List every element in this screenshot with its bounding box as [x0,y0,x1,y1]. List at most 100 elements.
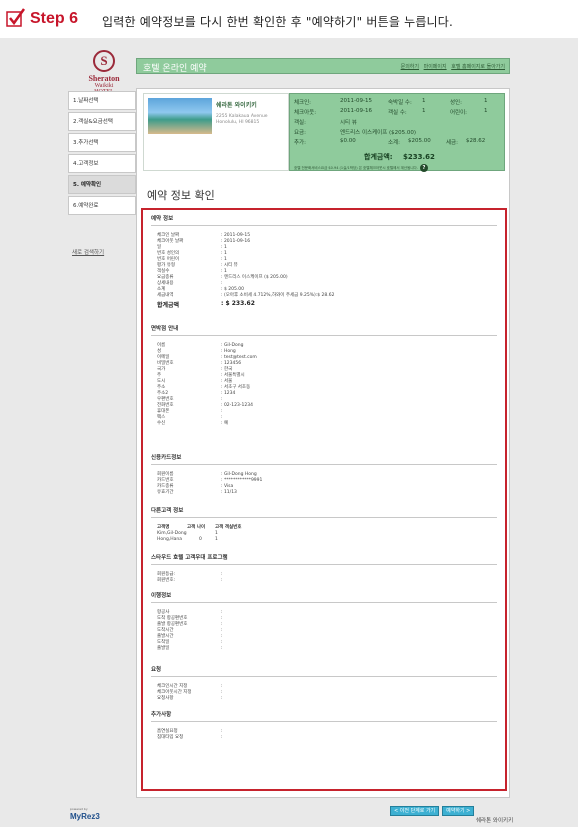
total-label: 합계금액: [364,153,393,161]
nav-step-6[interactable]: 6.예약완료 [68,196,136,215]
total-value: $233.62 [403,153,435,161]
children-value: 1 [484,108,488,114]
nav-step-1[interactable]: 1.날짜선택 [68,91,136,110]
subtotal-value: $205.00 [408,138,431,144]
fee-note-text: 호텔 전문화서비스요금 $0.94 (1실/1박당) 은 호텔체크아웃시 호텔에… [294,166,418,170]
room-value: 시티 뷰 [340,120,357,126]
nav-step-3[interactable]: 3.추가선택 [68,133,136,152]
checkin-label: 체크인: [294,100,312,106]
logo-name: Sheraton [88,74,120,83]
adults-label: 성인: [450,100,462,106]
rate-value: 엔드리스 이스케이프 ($205.00) [340,130,417,136]
book-button[interactable]: 예약하기 > [442,806,475,816]
step-description: 입력한 예약정보를 다시 한번 확인한 후 "예약하기" 버튼을 누릅니다. [102,15,454,29]
guest-section: 면박점 안내 이름: Gil-Dong 성: Hong 이메일: test@te… [151,324,497,427]
checkin-value: 2011-09-15 [340,98,372,104]
row-label: 회원번호: [157,578,176,583]
requests-section: 요청 체크인시간 지정: 체크아웃시간 지정: 요청사항: [151,665,497,702]
hotel-address-line2: Honolulu, HI 96815 [216,120,260,125]
myrez-logo: MyRez3 [70,812,100,821]
row-value: : [221,578,223,583]
checkmark-icon [6,8,26,27]
extra-value: $0.00 [340,138,356,144]
previous-step-button[interactable]: < 이전 단계로 가기 [390,806,440,816]
booking-header: 호텔 온라인 예약 문의하기 마이페이지 호텔 홈페이지로 돌아가기 [136,58,510,74]
mypage-link[interactable]: 마이페이지 [424,64,447,70]
tax-value: $28.62 [466,138,486,144]
hotel-address: 2255 Kalakaua Avenue Honolulu, HI 96815 [216,114,268,126]
travel-section: 이행정보 항공사: 도착 항공편번호: 출발 항공편번호: 도착시간: 출발시간… [151,591,497,652]
row-value: : [221,696,223,701]
card-title: 신용카드정보 [151,453,497,465]
adults-value: 1 [484,98,488,104]
guest-title: 면박점 안내 [151,324,497,336]
subtotal-label: 소계: [388,140,400,146]
hotel-logo: S Sheraton Waikiki HOTEL [80,50,128,95]
powered-by-label: powered by [70,807,88,811]
hotel-card: 쉐라톤 와이키키 2255 Kalakaua Avenue Honolulu, … [143,93,289,171]
total-label: 합계금액 [157,302,180,309]
footer-hotel-name: 쉐라톤 와이키키 [476,818,514,824]
row-value: : 예 [221,421,229,426]
additional-section: 추가사항 흡연실요청: 침대타입 요청: [151,710,497,741]
tax-label: 세금: [446,140,458,146]
reservation-total: 합계금액 : $ 233.62 [151,300,497,309]
list-item: 세금내역 : (오아후 소비세 4.712%,하와이 주세금 9.25%):$ 2… [151,293,497,299]
table-cell: Hong,Hana [157,537,183,542]
step-nav: 1.날짜선택 2.객실&요금선택 3.추가선택 4.고객정보 5. 예약확인 6… [68,91,136,256]
list-item: 요청사항: [151,696,497,702]
nav-step-2[interactable]: 2.객실&요금선택 [68,112,136,131]
additional-title: 추가사항 [151,710,497,722]
total-value: : $ 233.62 [221,300,255,307]
rooms-value: 1 [422,108,426,114]
header-title: 호텔 온라인 예약 [143,64,207,74]
nights-value: 1 [422,98,426,104]
row-label: 세금내역 [157,293,174,298]
logo-emblem: S [93,50,115,72]
step-title: Step 6 [30,10,79,27]
loyalty-section: 스타우드 호텔 고객우대 프로그램 회원등급:: 회원번호:: [151,553,497,584]
nav-step-5[interactable]: 5. 예약확인 [68,175,136,194]
checkout-label: 체크아웃: [294,110,317,116]
hotel-image [148,98,212,134]
row-value: : 11/13 [221,490,237,495]
other-guests-section: 다른고객 정보 고객명 고객 나이 고객 객실번호 Kim,Gil-Dong 1… [151,506,497,543]
table-row: Hong,Hana 0 1 [151,537,497,543]
list-item: 출발일: [151,646,497,652]
table-cell: 1 [215,537,218,542]
row-label: 수신 [157,421,166,426]
row-label: 출발일 [157,646,170,651]
main-content: 쉐라톤 와이키키 2255 Kalakaua Avenue Honolulu, … [136,88,510,798]
header-links: 문의하기 마이페이지 호텔 홈페이지로 돌아가기 [398,63,505,70]
list-item: 수신 : 예 [151,421,497,427]
extra-label: 추가: [294,140,306,146]
checkout-value: 2011-09-16 [340,108,372,114]
contact-link[interactable]: 문의하기 [401,64,419,70]
travel-title: 이행정보 [151,591,497,603]
confirmation-panel: 예약 정보 체크인 날짜: 2011-09-15 체크아웃 날짜: 2011-0… [141,208,507,791]
list-item: 회원번호:: [151,578,497,584]
card-section: 신용카드정보 회원이름: Gil-Dong Hong 카드번호: *******… [151,453,497,496]
summary-total: 합계금액: $233.62 [364,152,435,162]
fee-note: 호텔 전문화서비스요금 $0.94 (1실/1박당) 은 호텔체크아웃시 호텔에… [294,164,428,172]
row-label: 요청사항 [157,696,174,701]
row-label: 침대타입 요청 [157,735,184,740]
rooms-label: 객실 수: [388,110,407,116]
list-item: 침대타입 요청: [151,735,497,741]
hotel-address-line1: 2255 Kalakaua Avenue [216,114,268,119]
help-icon[interactable]: ? [419,164,428,172]
rate-label: 요금: [294,130,306,136]
hotel-name: 쉐라톤 와이키키 [216,102,257,109]
hotel-home-link[interactable]: 호텔 홈페이지로 돌아가기 [451,64,505,70]
other-guests-title: 다른고객 정보 [151,506,497,518]
page-title: 예약 정보 확인 [147,189,215,202]
row-value: : [221,735,223,740]
reservation-title: 예약 정보 [151,214,497,226]
children-label: 어린이: [450,110,468,116]
action-buttons: < 이전 단계로 가기 예약하기 > [390,797,477,816]
requests-title: 요청 [151,665,497,677]
nav-step-4[interactable]: 4.고객정보 [68,154,136,173]
row-value: : (오아후 소비세 4.712%,하와이 주세금 9.25%):$ 28.62 [221,293,335,298]
new-search-link[interactable]: 새로 검색하기 [68,248,136,256]
nights-label: 숙박일 수: [388,100,412,106]
